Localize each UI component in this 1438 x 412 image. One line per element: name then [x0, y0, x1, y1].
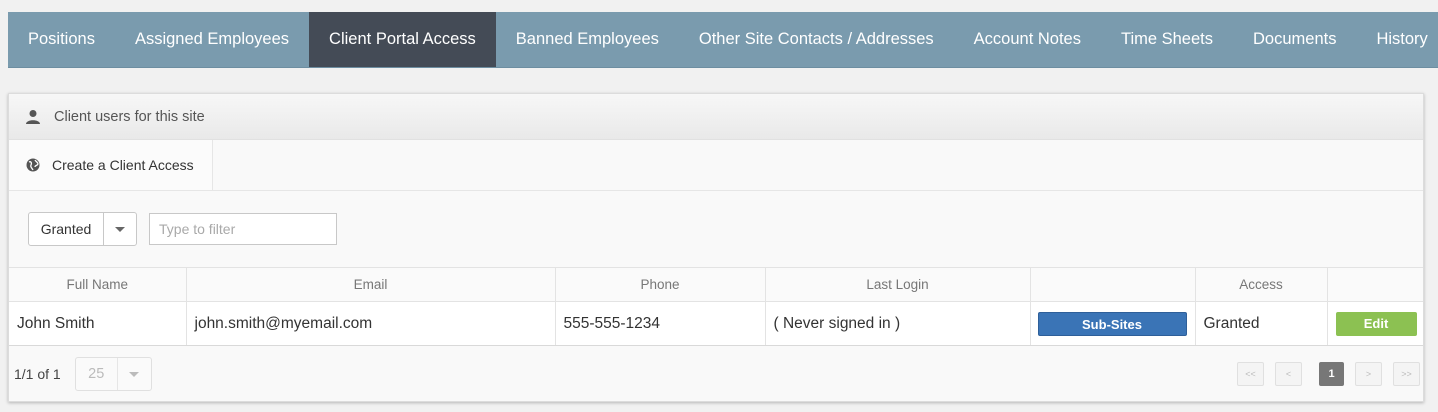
globe-icon — [26, 158, 40, 172]
tab-assigned-employees[interactable]: Assigned Employees — [115, 12, 309, 67]
tab-other-site-contacts[interactable]: Other Site Contacts / Addresses — [679, 12, 954, 67]
status-select-value[interactable]: Granted — [29, 213, 104, 245]
status-select[interactable]: Granted — [28, 212, 137, 246]
cell-phone: 555-555-1234 — [555, 301, 766, 346]
tab-history[interactable]: History — [1356, 12, 1438, 67]
tab-positions[interactable]: Positions — [8, 12, 115, 67]
column-header-full-name[interactable]: Full Name — [9, 267, 187, 302]
table-row: John Smith john.smith@myemail.com 555-55… — [9, 301, 1423, 346]
page-size-select[interactable]: 25 — [74, 357, 152, 391]
column-header-phone[interactable]: Phone — [555, 267, 766, 302]
tab-documents[interactable]: Documents — [1233, 12, 1356, 67]
panel-header: Client users for this site — [9, 94, 1423, 140]
chevron-down-icon — [129, 371, 140, 377]
page-size-value[interactable]: 25 — [76, 358, 118, 390]
next-page-button[interactable]: > — [1355, 362, 1382, 386]
page-info: 1/1 of 1 — [14, 366, 61, 382]
subsites-button[interactable]: Sub-Sites — [1037, 311, 1187, 336]
client-access-panel: Client users for this site Create a Clie… — [8, 93, 1424, 402]
chevron-down-icon — [115, 226, 125, 232]
cell-full-name: John Smith — [9, 301, 187, 346]
column-header-last-login[interactable]: Last Login — [765, 267, 1031, 302]
cell-last-login: ( Never signed in ) — [765, 301, 1031, 346]
cell-access: Granted — [1195, 301, 1328, 346]
tab-banned-employees[interactable]: Banned Employees — [496, 12, 679, 67]
create-client-access-button[interactable]: Create a Client Access — [9, 140, 213, 190]
cell-email: john.smith@myemail.com — [186, 301, 556, 346]
status-select-toggle[interactable] — [104, 213, 136, 245]
tab-client-portal-access[interactable]: Client Portal Access — [309, 12, 496, 67]
table-footer: 1/1 of 1 25 << < 1 > >> — [9, 346, 1423, 402]
action-row: Create a Client Access — [9, 140, 1423, 191]
create-client-access-label: Create a Client Access — [52, 157, 194, 173]
column-header-access[interactable]: Access — [1195, 267, 1328, 302]
panel-title: Client users for this site — [54, 108, 205, 125]
cell-actions: Edit — [1327, 301, 1423, 346]
prev-page-button[interactable]: < — [1275, 362, 1302, 386]
column-header-email[interactable]: Email — [186, 267, 556, 302]
current-page-button[interactable]: 1 — [1319, 362, 1344, 386]
first-page-button[interactable]: << — [1237, 362, 1264, 386]
table-header-row: Full Name Email Phone Last Login Access — [9, 267, 1423, 302]
page-size-toggle[interactable] — [118, 358, 151, 390]
filter-input[interactable] — [149, 213, 337, 245]
cell-subsites: Sub-Sites — [1030, 301, 1196, 346]
last-page-button[interactable]: >> — [1393, 362, 1420, 386]
column-header-subsites — [1030, 267, 1196, 302]
tab-account-notes[interactable]: Account Notes — [954, 12, 1101, 67]
column-header-actions — [1327, 267, 1423, 302]
edit-button[interactable]: Edit — [1335, 311, 1417, 336]
client-users-table: Full Name Email Phone Last Login Access … — [9, 267, 1423, 346]
pagination: << < 1 > >> — [1237, 362, 1420, 386]
tab-time-sheets[interactable]: Time Sheets — [1101, 12, 1233, 67]
user-icon — [25, 109, 41, 125]
tab-bar: Positions Assigned Employees Client Port… — [8, 12, 1438, 68]
filter-row: Granted — [9, 191, 1423, 267]
